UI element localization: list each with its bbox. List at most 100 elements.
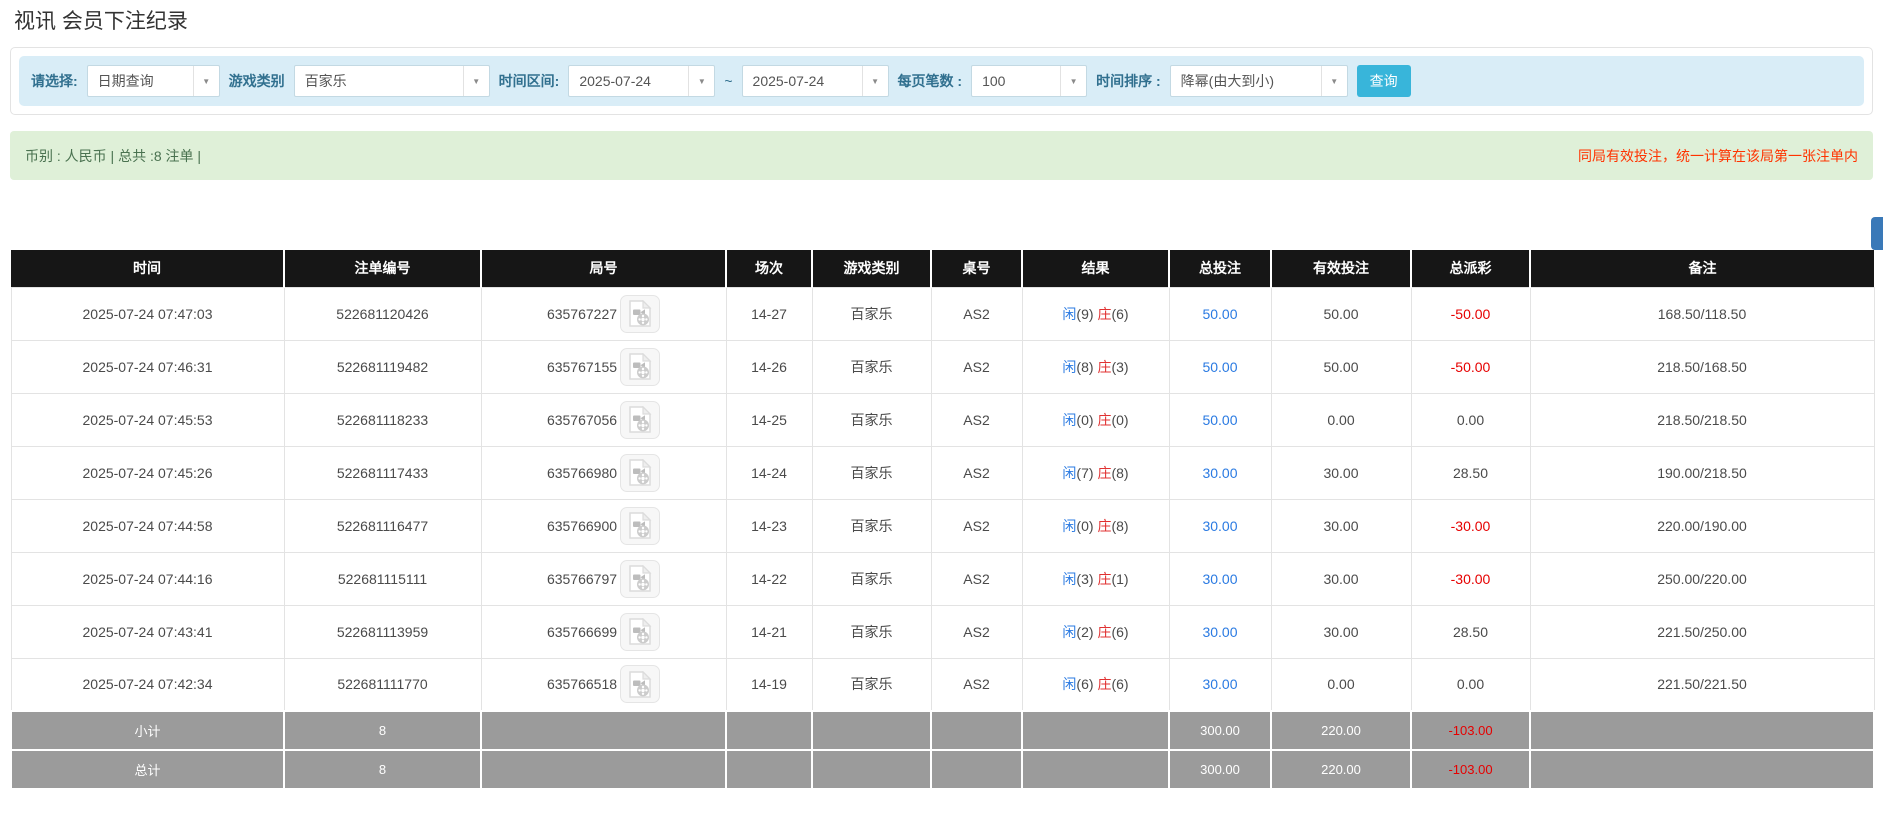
video-file-icon [628, 353, 652, 380]
cell-payout: 28.50 [1411, 446, 1530, 499]
cell-round-id: 635766699 [481, 605, 726, 658]
player-result-label: 闲 [1062, 465, 1076, 481]
total-bet-link[interactable]: 30.00 [1202, 624, 1237, 640]
cell-bet-id: 522681115111 [284, 552, 481, 605]
cell-session: 14-26 [726, 340, 812, 393]
edge-partial-button[interactable] [1871, 217, 1883, 250]
time-sort-select[interactable]: 降幂(由大到小) ▼ [1170, 65, 1348, 97]
summary-bar: 币别 : 人民币 | 总共 :8 注单 | 同局有效投注，统一计算在该局第一张注… [10, 131, 1873, 180]
cell-game-type: 百家乐 [812, 287, 931, 340]
cell-valid-bet: 50.00 [1271, 287, 1411, 340]
table-row: 2025-07-24 07:46:31 522681119482 6357671… [11, 340, 1874, 393]
empty-cell [1530, 711, 1874, 750]
video-file-icon [628, 406, 652, 433]
banker-result-count: (1) [1111, 571, 1128, 587]
empty-cell [481, 711, 726, 750]
cell-result: 闲(3) 庄(1) [1022, 552, 1169, 605]
video-replay-button[interactable] [620, 401, 660, 439]
cell-payout: 0.00 [1411, 658, 1530, 711]
cell-valid-bet: 0.00 [1271, 658, 1411, 711]
subtotal-payout: -103.00 [1411, 711, 1530, 750]
banker-result-label: 庄 [1097, 624, 1111, 640]
video-replay-button[interactable] [620, 507, 660, 545]
round-id-text: 635766699 [547, 624, 617, 640]
banker-result-label: 庄 [1097, 359, 1111, 375]
video-replay-button[interactable] [620, 665, 660, 703]
banker-result-label: 庄 [1097, 306, 1111, 322]
total-bet-link[interactable]: 30.00 [1202, 676, 1237, 692]
header-payout: 总派彩 [1411, 250, 1530, 287]
empty-cell [812, 750, 931, 789]
cell-game-type: 百家乐 [812, 340, 931, 393]
grand-total-payout: -103.00 [1411, 750, 1530, 789]
player-result-label: 闲 [1062, 571, 1076, 587]
cell-table-no: AS2 [931, 552, 1022, 605]
player-result-count: (6) [1076, 676, 1093, 692]
cell-note: 168.50/118.50 [1530, 287, 1874, 340]
table-row: 2025-07-24 07:45:26 522681117433 6357669… [11, 446, 1874, 499]
cell-note: 190.00/218.50 [1530, 446, 1874, 499]
empty-cell [726, 711, 812, 750]
cell-payout: -30.00 [1411, 552, 1530, 605]
table-body: 2025-07-24 07:47:03 522681120426 6357672… [11, 287, 1874, 711]
cell-total-bet: 50.00 [1169, 287, 1271, 340]
video-file-icon [628, 671, 652, 698]
banker-result-count: (3) [1111, 359, 1128, 375]
cell-result: 闲(0) 庄(0) [1022, 393, 1169, 446]
round-id-text: 635766980 [547, 465, 617, 481]
page-size-select[interactable]: 100 ▼ [971, 65, 1087, 97]
search-button[interactable]: 查询 [1357, 65, 1411, 97]
date-to-select[interactable]: 2025-07-24 ▼ [742, 65, 889, 97]
currency-total-text: 币别 : 人民币 | 总共 :8 注单 | [25, 146, 201, 166]
header-note: 备注 [1530, 250, 1874, 287]
player-result-label: 闲 [1062, 306, 1076, 322]
subtotal-count: 8 [284, 711, 481, 750]
table-row: 2025-07-24 07:44:58 522681116477 6357669… [11, 499, 1874, 552]
total-bet-link[interactable]: 50.00 [1202, 306, 1237, 322]
video-file-icon [628, 565, 652, 592]
cell-total-bet: 30.00 [1169, 446, 1271, 499]
video-replay-button[interactable] [620, 613, 660, 651]
video-file-icon [628, 618, 652, 645]
cell-valid-bet: 0.00 [1271, 393, 1411, 446]
total-bet-link[interactable]: 30.00 [1202, 465, 1237, 481]
cell-table-no: AS2 [931, 658, 1022, 711]
round-id-text: 635766518 [547, 676, 617, 692]
game-type-label: 游戏类别 [229, 71, 285, 91]
chevron-down-icon: ▼ [688, 66, 714, 96]
query-type-select[interactable]: 日期查询 ▼ [87, 65, 220, 97]
date-to-value: 2025-07-24 [743, 66, 862, 96]
video-replay-button[interactable] [620, 560, 660, 598]
page-size-label: 每页笔数 : [898, 71, 963, 91]
video-replay-button[interactable] [620, 454, 660, 492]
game-type-select[interactable]: 百家乐 ▼ [294, 65, 490, 97]
cell-session: 14-19 [726, 658, 812, 711]
total-bet-link[interactable]: 30.00 [1202, 518, 1237, 534]
total-bet-link[interactable]: 30.00 [1202, 571, 1237, 587]
cell-total-bet: 30.00 [1169, 499, 1271, 552]
video-replay-button[interactable] [620, 348, 660, 386]
filter-panel: 请选择: 日期查询 ▼ 游戏类别 百家乐 ▼ 时间区间: 2025-07-24 … [10, 47, 1873, 115]
banker-result-label: 庄 [1097, 571, 1111, 587]
player-result-count: (9) [1076, 306, 1093, 322]
player-result-count: (0) [1076, 412, 1093, 428]
page-title: 视讯 会员下注纪录 [14, 9, 1883, 35]
subtotal-label: 小计 [11, 711, 284, 750]
cell-session: 14-24 [726, 446, 812, 499]
player-result-count: (8) [1076, 359, 1093, 375]
cell-result: 闲(6) 庄(6) [1022, 658, 1169, 711]
grand-total-total-bet: 300.00 [1169, 750, 1271, 789]
cell-time: 2025-07-24 07:43:41 [11, 605, 284, 658]
time-sort-value: 降幂(由大到小) [1171, 66, 1321, 96]
cell-note: 221.50/250.00 [1530, 605, 1874, 658]
total-bet-link[interactable]: 50.00 [1202, 412, 1237, 428]
empty-cell [1530, 750, 1874, 789]
round-id-text: 635766900 [547, 518, 617, 534]
date-from-select[interactable]: 2025-07-24 ▼ [568, 65, 715, 97]
subtotal-valid-bet: 220.00 [1271, 711, 1411, 750]
player-result-count: (7) [1076, 465, 1093, 481]
player-result-label: 闲 [1062, 518, 1076, 534]
banker-result-label: 庄 [1097, 518, 1111, 534]
video-replay-button[interactable] [620, 295, 660, 333]
total-bet-link[interactable]: 50.00 [1202, 359, 1237, 375]
